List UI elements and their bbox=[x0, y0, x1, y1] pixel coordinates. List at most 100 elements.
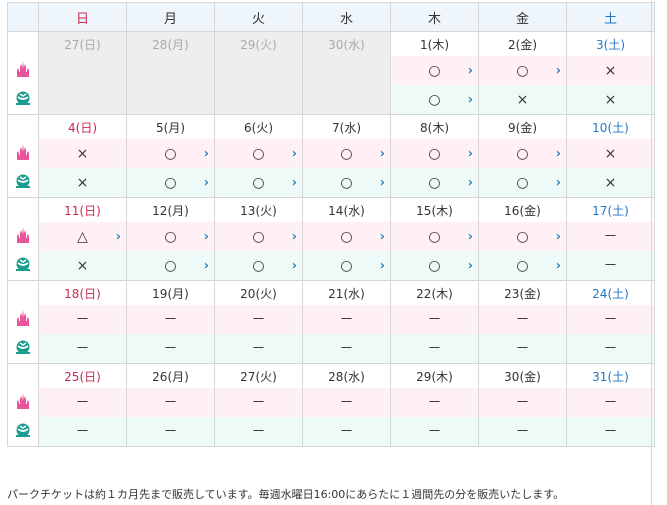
sea-availability-cell[interactable]: ○ › bbox=[390, 85, 479, 115]
cell-inner: ○ › bbox=[479, 139, 566, 168]
cell-inner: － bbox=[303, 417, 390, 446]
land-availability-cell[interactable]: ○ › bbox=[478, 222, 567, 251]
castle-icon bbox=[15, 226, 31, 248]
chevron-right-icon[interactable]: › bbox=[204, 176, 209, 189]
weekday-header-1: 月 bbox=[126, 2, 215, 32]
availability-mark: － bbox=[515, 423, 530, 440]
availability-mark: × bbox=[604, 145, 617, 162]
availability-mark: × bbox=[604, 174, 617, 191]
availability-mark: － bbox=[603, 311, 618, 328]
chevron-right-icon[interactable]: › bbox=[380, 259, 385, 272]
availability-mark: × bbox=[76, 257, 89, 274]
chevron-right-icon[interactable]: › bbox=[468, 259, 473, 272]
globe-icon bbox=[15, 339, 31, 359]
availability-mark: × bbox=[604, 91, 617, 108]
cell-inner: ○ › bbox=[479, 168, 566, 197]
land-availability-cell: － bbox=[214, 305, 303, 334]
chevron-right-icon[interactable]: › bbox=[468, 176, 473, 189]
sea-availability-cell[interactable]: ○ › bbox=[214, 251, 303, 281]
land-availability-cell[interactable]: ○ › bbox=[302, 139, 391, 168]
sea-availability-cell[interactable]: ○ › bbox=[478, 168, 567, 198]
chevron-right-icon[interactable]: › bbox=[556, 176, 561, 189]
sea-availability-cell: × bbox=[38, 251, 127, 281]
cell-inner: × bbox=[567, 139, 654, 168]
sea-availability-cell: × bbox=[38, 168, 127, 198]
land-availability-cell: － bbox=[214, 388, 303, 417]
row-label-empty bbox=[7, 114, 39, 139]
sea-availability-cell: － bbox=[38, 417, 127, 447]
availability-mark: ○ bbox=[164, 257, 177, 274]
cell-inner: × bbox=[39, 139, 126, 168]
sea-availability-cell[interactable]: ○ › bbox=[214, 168, 303, 198]
header-corner bbox=[7, 2, 39, 32]
sea-availability-row: × ○ › ○ › ○ › ○ › ○ › × bbox=[7, 168, 655, 198]
availability-mark: ○ bbox=[340, 257, 353, 274]
chevron-right-icon[interactable]: › bbox=[556, 64, 561, 77]
cell-inner: － bbox=[303, 305, 390, 334]
sea-availability-cell: － bbox=[214, 334, 303, 364]
land-availability-cell[interactable]: ○ › bbox=[390, 56, 479, 85]
land-availability-cell[interactable]: ○ › bbox=[214, 139, 303, 168]
week-date-row: 27(日) 28(月) 29(火) 30(水) 1(木) 2(金) 3(土) bbox=[7, 31, 655, 56]
land-availability-cell[interactable]: ○ › bbox=[214, 222, 303, 251]
land-availability-cell[interactable]: ○ › bbox=[390, 139, 479, 168]
land-availability-cell[interactable]: ○ › bbox=[478, 56, 567, 85]
availability-mark: ○ bbox=[516, 145, 529, 162]
availability-mark: ○ bbox=[252, 174, 265, 191]
sea-availability-cell[interactable]: ○ › bbox=[302, 168, 391, 198]
chevron-right-icon[interactable]: › bbox=[468, 64, 473, 77]
land-availability-row: ○ › ○ › × bbox=[7, 56, 655, 85]
sea-availability-cell[interactable]: ○ › bbox=[478, 251, 567, 281]
cell-inner: ○ › bbox=[127, 222, 214, 251]
sea-availability-cell[interactable]: ○ › bbox=[126, 168, 215, 198]
land-availability-cell[interactable]: ○ › bbox=[126, 139, 215, 168]
availability-mark: ○ bbox=[516, 257, 529, 274]
cell-inner: － bbox=[391, 305, 478, 334]
chevron-right-icon[interactable]: › bbox=[292, 176, 297, 189]
sea-availability-cell[interactable]: ○ › bbox=[126, 251, 215, 281]
cell-inner bbox=[303, 56, 390, 85]
chevron-right-icon[interactable]: › bbox=[204, 147, 209, 160]
castle-icon bbox=[15, 143, 31, 165]
chevron-right-icon[interactable]: › bbox=[556, 259, 561, 272]
availability-mark: ○ bbox=[516, 62, 529, 79]
sea-availability-cell[interactable]: ○ › bbox=[390, 168, 479, 198]
sea-availability-cell[interactable]: ○ › bbox=[302, 251, 391, 281]
sea-availability-cell: － bbox=[126, 417, 215, 447]
land-availability-cell[interactable]: ○ › bbox=[478, 139, 567, 168]
chevron-right-icon[interactable]: › bbox=[292, 259, 297, 272]
cell-inner: － bbox=[39, 305, 126, 334]
chevron-right-icon[interactable]: › bbox=[292, 147, 297, 160]
chevron-right-icon[interactable]: › bbox=[468, 93, 473, 106]
castle-icon bbox=[15, 309, 31, 331]
day-date: 24(土) bbox=[566, 280, 655, 305]
sea-availability-cell: － bbox=[126, 334, 215, 364]
week-date-row: 4(日) 5(月) 6(火) 7(水) 8(木) 9(金) 10(土) bbox=[7, 114, 655, 139]
sea-availability-cell[interactable]: ○ › bbox=[390, 251, 479, 281]
weekday-header-3: 水 bbox=[302, 2, 391, 32]
land-availability-cell[interactable]: ○ › bbox=[390, 222, 479, 251]
day-date: 26(月) bbox=[126, 363, 215, 388]
chevron-right-icon[interactable]: › bbox=[380, 176, 385, 189]
land-availability-cell[interactable]: ○ › bbox=[126, 222, 215, 251]
chevron-right-icon[interactable]: › bbox=[380, 147, 385, 160]
chevron-right-icon[interactable]: › bbox=[204, 230, 209, 243]
land-availability-cell[interactable]: ○ › bbox=[302, 222, 391, 251]
sea-availability-cell: × bbox=[566, 168, 655, 198]
chevron-right-icon[interactable]: › bbox=[380, 230, 385, 243]
chevron-right-icon[interactable]: › bbox=[116, 230, 121, 243]
cell-inner: × bbox=[479, 85, 566, 114]
chevron-right-icon[interactable]: › bbox=[556, 230, 561, 243]
chevron-right-icon[interactable]: › bbox=[556, 147, 561, 160]
land-availability-cell[interactable]: △ › bbox=[38, 222, 127, 251]
availability-mark: ○ bbox=[428, 91, 441, 108]
cell-inner: ○ › bbox=[215, 139, 302, 168]
chevron-right-icon[interactable]: › bbox=[292, 230, 297, 243]
sea-park-label bbox=[7, 168, 39, 198]
chevron-right-icon[interactable]: › bbox=[468, 230, 473, 243]
chevron-right-icon[interactable]: › bbox=[468, 147, 473, 160]
chevron-right-icon[interactable]: › bbox=[204, 259, 209, 272]
land-availability-row: － － － － － － － bbox=[7, 388, 655, 417]
land-availability-cell: － bbox=[302, 305, 391, 334]
cell-inner: ○ › bbox=[391, 139, 478, 168]
